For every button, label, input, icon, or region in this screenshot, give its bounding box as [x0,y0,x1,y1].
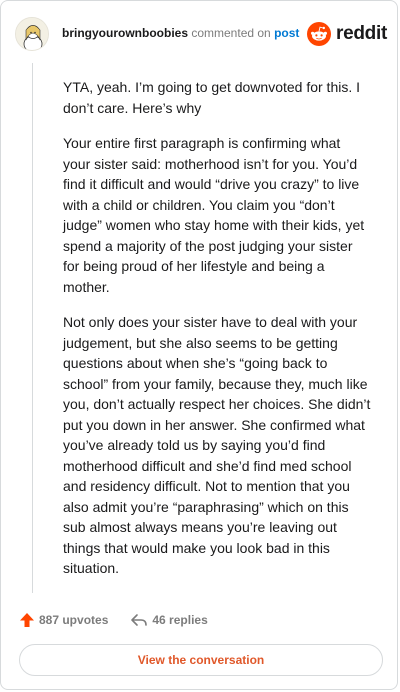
upvote-count: 887 upvotes [39,613,109,627]
comment-card: bringyourownboobies commented on post re… [0,0,398,690]
user-avatar[interactable] [15,17,49,51]
upvote-arrow-icon [20,613,34,627]
reddit-wordmark: reddit [336,23,387,44]
post-link[interactable]: post [274,26,299,40]
reply-arrow-icon [131,614,148,626]
view-conversation-button[interactable]: View the conversation [19,644,383,676]
comment-body: YTA, yeah. I’m going to get downvoted fo… [63,77,371,594]
upvote-button[interactable]: 887 upvotes [19,612,108,628]
reddit-logo[interactable]: reddit [307,19,387,49]
replies-count: 46 replies [152,613,208,627]
commented-on-text: commented on [191,26,271,40]
username[interactable]: bringyourownboobies [62,26,188,40]
comment-paragraph: Your entire first paragraph is confirmin… [63,135,365,295]
comment-paragraph: YTA, yeah. I’m going to get downvoted fo… [63,79,361,116]
comment-meta: bringyourownboobies commented on post [62,26,299,40]
reddit-alien-icon [307,22,332,46]
comment-actions: 887 upvotes 46 replies [19,610,208,630]
comment-paragraph: Not only does your sister have to deal w… [63,314,371,576]
thread-line[interactable] [32,63,33,593]
replies-button[interactable]: 46 replies [130,612,208,628]
avatar-icon [16,18,48,50]
comment-header: bringyourownboobies commented on post re… [15,17,387,51]
